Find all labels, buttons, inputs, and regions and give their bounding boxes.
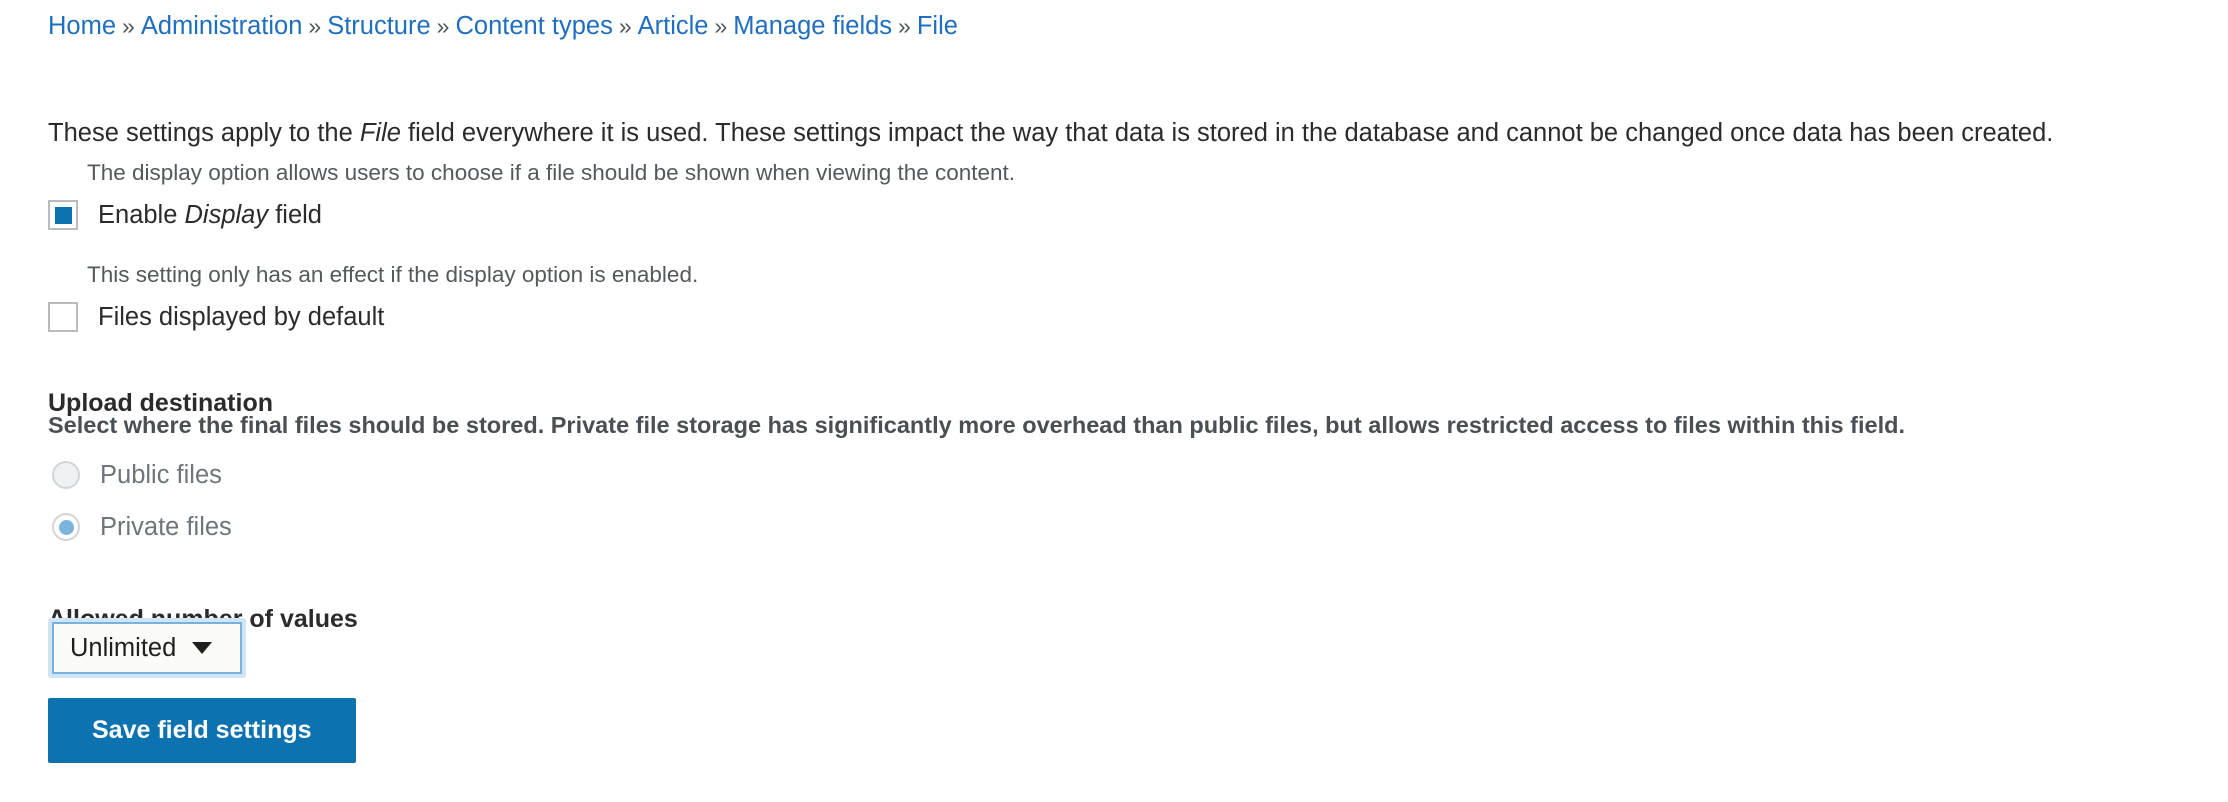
breadcrumb-separator: » <box>308 13 322 39</box>
radio-public-files[interactable] <box>52 461 80 489</box>
breadcrumb: Home» Administration» Structure» Content ty… <box>48 10 958 42</box>
radio-private-files[interactable] <box>52 513 80 541</box>
page-intro-text: These settings apply to the File field e… <box>48 116 2053 150</box>
breadcrumb-item-structure[interactable]: Structure <box>327 12 430 40</box>
intro-text-before: These settings apply to the <box>48 118 360 147</box>
breadcrumb-separator: » <box>714 13 728 39</box>
display-field-label-emphasis: Display <box>184 201 269 229</box>
files-displayed-description: This setting only has an effect if the d… <box>87 262 699 287</box>
allowed-number-of-values-select-wrapper: Unlimited <box>48 618 246 678</box>
breadcrumb-item-file[interactable]: File <box>917 12 958 40</box>
breadcrumb-item-home[interactable]: Home <box>48 12 116 40</box>
display-field-label[interactable]: Enable Display field <box>98 200 322 230</box>
display-field-checkbox[interactable] <box>48 200 78 230</box>
radio-selected-icon <box>58 519 74 535</box>
allowed-number-of-values-selected-value: Unlimited <box>70 634 177 662</box>
radio-private-files-label[interactable]: Private files <box>100 512 232 542</box>
save-field-settings-button[interactable]: Save field settings <box>48 698 356 763</box>
upload-destination-option-public[interactable]: Public files <box>52 460 222 490</box>
intro-text-after: field everywhere it is used. These setti… <box>400 118 2054 147</box>
files-displayed-checkbox-row[interactable]: Files displayed by default <box>48 302 384 332</box>
files-displayed-label[interactable]: Files displayed by default <box>98 302 384 332</box>
breadcrumb-item-article[interactable]: Article <box>638 12 709 40</box>
breadcrumb-separator: » <box>122 13 135 39</box>
display-field-checkbox-row[interactable]: Enable Display field <box>48 200 322 230</box>
chevron-down-icon <box>192 642 213 654</box>
upload-destination-option-private[interactable]: Private files <box>52 512 232 542</box>
allowed-number-of-values-select[interactable]: Unlimited <box>52 622 242 674</box>
field-settings-page: Home» Administration» Structure» Content ty… <box>0 0 2228 802</box>
breadcrumb-separator: » <box>618 13 632 39</box>
breadcrumb-item-manage-fields[interactable]: Manage fields <box>733 12 892 40</box>
breadcrumb-separator: » <box>436 13 450 39</box>
files-displayed-checkbox[interactable] <box>48 302 78 332</box>
intro-field-name: File <box>359 118 401 147</box>
breadcrumb-item-content-types[interactable]: Content types <box>455 12 612 40</box>
radio-public-files-label[interactable]: Public files <box>100 460 222 490</box>
display-field-label-after: field <box>268 201 322 229</box>
display-field-label-before: Enable <box>98 201 185 229</box>
display-field-description: The display option allows users to choos… <box>87 160 1016 185</box>
breadcrumb-separator: » <box>898 13 911 39</box>
checkbox-checked-icon <box>54 206 72 224</box>
upload-destination-description: Select where the final files should be s… <box>48 412 1905 438</box>
breadcrumb-item-administration[interactable]: Administration <box>141 12 303 40</box>
